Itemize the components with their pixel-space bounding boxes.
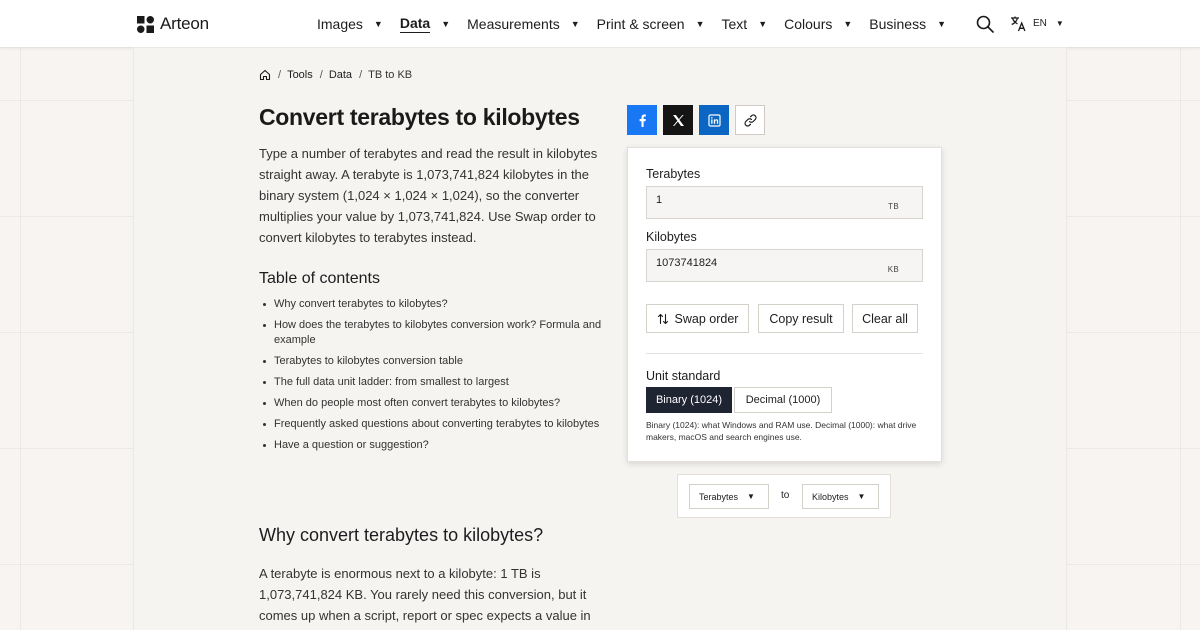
breadcrumb-tools[interactable]: Tools xyxy=(287,69,313,81)
breadcrumb: / Tools / Data / TB to KB xyxy=(259,69,412,81)
converter-panel: Terabytes TB Kilobytes KB Swap order Cop… xyxy=(627,147,942,462)
chevron-down-icon: ▼ xyxy=(441,19,451,29)
to-field-label: Kilobytes xyxy=(646,230,697,244)
intro-paragraph: Type a number of terabytes and read the … xyxy=(259,146,598,245)
from-unit-label: TB xyxy=(888,202,899,211)
from-unit-select[interactable]: Terabytes ▼ xyxy=(689,484,769,509)
toc-title: Table of contents xyxy=(259,270,380,287)
from-unit-value: Terabytes xyxy=(699,491,739,502)
swap-order-button[interactable]: Swap order xyxy=(646,304,749,333)
to-unit-label: KB xyxy=(887,265,899,274)
link-icon xyxy=(743,113,757,127)
nav-item-print-screen[interactable]: Print & screen ▼ xyxy=(597,16,705,32)
clear-all-button[interactable]: Clear all xyxy=(852,304,918,333)
swap-icon xyxy=(657,313,668,324)
unit-standard-note: Binary (1024): what Windows and RAM use.… xyxy=(646,420,917,442)
toc-item[interactable]: Frequently asked questions about convert… xyxy=(259,417,604,432)
to-field: KB xyxy=(646,249,923,282)
breadcrumb-separator: / xyxy=(319,69,323,81)
home-icon[interactable] xyxy=(259,69,271,81)
x-icon xyxy=(672,114,684,126)
page-title: Convert terabytes to kilobytes xyxy=(259,104,580,130)
breadcrumb-separator: / xyxy=(359,69,363,81)
unit-selector-row: Terabytes ▼ to Kilobytes ▼ xyxy=(677,474,891,518)
top-navigation-bar: Arteon Images ▼ Data ▼ Measurements ▼ Print… xyxy=(0,0,1200,48)
chevron-down-icon: ▼ xyxy=(1055,19,1064,28)
copy-result-button[interactable]: Copy result xyxy=(758,304,844,333)
to-unit-value: Kilobytes xyxy=(812,491,849,502)
translate-icon xyxy=(1011,16,1026,32)
toc-item[interactable]: Terabytes to kilobytes conversion table xyxy=(259,354,604,369)
nav-item-images[interactable]: Images ▼ xyxy=(317,16,383,32)
arteon-logo-icon xyxy=(137,15,154,33)
toc-item[interactable]: The full data unit ladder: from smallest… xyxy=(259,375,604,390)
breadcrumb-separator: / xyxy=(278,69,282,81)
toc-item[interactable]: How does the terabytes to kilobytes conv… xyxy=(259,318,604,348)
toc-item[interactable]: When do people most often convert teraby… xyxy=(259,396,604,411)
terabytes-input[interactable] xyxy=(647,187,877,218)
copy-link-button[interactable] xyxy=(735,105,765,135)
toc-item[interactable]: Have a question or suggestion? xyxy=(259,438,604,453)
facebook-icon xyxy=(639,114,646,127)
content-card: / Tools / Data / TB to KB Convert teraby… xyxy=(134,48,1066,630)
section-title: Why convert terabytes to kilobytes? xyxy=(259,525,544,545)
chevron-down-icon: ▼ xyxy=(843,19,853,29)
from-field: TB xyxy=(646,186,923,219)
linkedin-icon xyxy=(707,113,721,127)
brand-logo[interactable]: Arteon xyxy=(137,14,209,34)
from-field-label: Terabytes xyxy=(646,167,701,181)
to-unit-select[interactable]: Kilobytes ▼ xyxy=(802,484,879,509)
share-x-button[interactable] xyxy=(663,105,693,135)
swap-order-label: Swap order xyxy=(674,311,739,326)
chevron-down-icon: ▼ xyxy=(758,19,768,29)
nav-item-colours[interactable]: Colours ▼ xyxy=(784,16,852,32)
brand-name: Arteon xyxy=(160,14,209,33)
decimal-standard-toggle[interactable]: Decimal (1000) xyxy=(734,387,832,413)
chevron-down-icon: ▼ xyxy=(373,19,383,29)
table-of-contents: Why convert terabytes to kilobytes? How … xyxy=(259,297,604,459)
kilobytes-input[interactable] xyxy=(647,250,877,281)
chevron-down-icon: ▼ xyxy=(857,492,866,501)
clear-all-label: Clear all xyxy=(862,311,908,326)
chevron-down-icon: ▼ xyxy=(570,19,580,29)
divider xyxy=(646,353,923,354)
toc-item[interactable]: Why convert terabytes to kilobytes? xyxy=(259,297,604,312)
unit-connector: to xyxy=(781,490,790,501)
chevron-down-icon: ▼ xyxy=(695,19,705,29)
search-icon[interactable] xyxy=(976,15,994,33)
language-code: EN xyxy=(1033,18,1047,29)
chevron-down-icon: ▼ xyxy=(747,492,755,501)
copy-result-label: Copy result xyxy=(769,311,833,326)
nav-item-measurements[interactable]: Measurements ▼ xyxy=(467,16,580,32)
breadcrumb-current: TB to KB xyxy=(368,69,413,81)
binary-standard-toggle[interactable]: Binary (1024) xyxy=(646,387,732,413)
nav-item-business[interactable]: Business ▼ xyxy=(869,16,946,32)
section-body: A terabyte is enormous next to a kilobyt… xyxy=(259,566,591,623)
nav-item-text[interactable]: Text ▼ xyxy=(722,16,768,32)
chevron-down-icon: ▼ xyxy=(937,19,947,29)
share-facebook-button[interactable] xyxy=(627,105,657,135)
share-buttons xyxy=(627,105,765,135)
main-nav: Images ▼ Data ▼ Measurements ▼ Print & scre… xyxy=(317,0,963,48)
unit-standard-label: Unit standard xyxy=(646,369,721,383)
nav-item-data[interactable]: Data ▼ xyxy=(399,15,451,33)
language-selector[interactable]: EN ▼ xyxy=(1010,15,1064,32)
share-linkedin-button[interactable] xyxy=(699,105,729,135)
breadcrumb-data[interactable]: Data xyxy=(329,69,352,81)
